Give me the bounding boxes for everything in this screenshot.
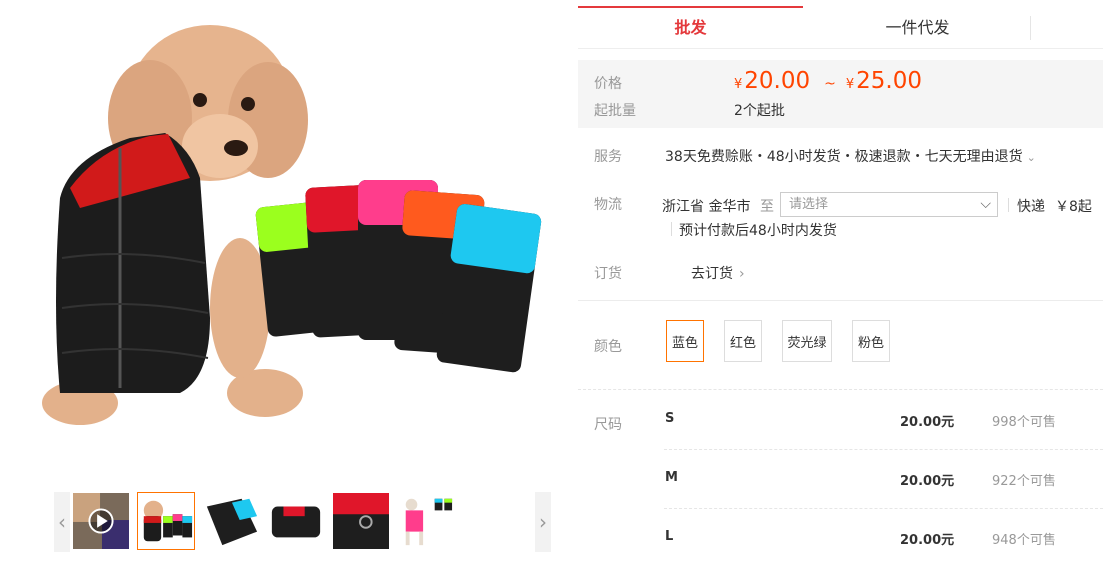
- size-price-l: 20.00元: [900, 533, 955, 548]
- thumbnail-strip: ‹ ›: [54, 492, 551, 552]
- currency-symbol: ¥: [845, 77, 855, 92]
- chevron-down-icon: ⌵: [980, 196, 991, 212]
- chevron-left-icon[interactable]: ‹: [54, 492, 70, 552]
- chevron-right-icon[interactable]: ›: [535, 492, 551, 552]
- thumbnail-dog-pink-vest[interactable]: [397, 492, 455, 550]
- dispatch-note: 预计付款后48小时内发货: [679, 223, 837, 239]
- size-name-s: S: [665, 411, 675, 426]
- go-order-text: 去订货: [691, 266, 733, 282]
- chevron-down-icon[interactable]: ⌄: [1027, 151, 1036, 164]
- price-box: 价格 ¥20.00 ~ ¥25.00 起批量 2个起批: [578, 60, 1103, 128]
- tab-divider: [1030, 16, 1031, 40]
- divider: [671, 222, 672, 236]
- destination-placeholder: 请选择: [789, 197, 829, 212]
- service-text: 38天免费赊账・48小时发货・极速退款・七天无理由退货: [665, 149, 1023, 165]
- logistics-label: 物流: [594, 197, 622, 213]
- divider: [1008, 198, 1009, 212]
- ship-to-label: 至: [760, 199, 774, 215]
- shipping-fee: ￥8起: [1055, 199, 1092, 215]
- size-stock-l: 948个可售: [992, 533, 1056, 548]
- service-label: 服务: [594, 149, 622, 165]
- express-label: 快递: [1017, 199, 1045, 215]
- thumbnail-poodle-red-vest[interactable]: [137, 492, 195, 550]
- ship-origin: 浙江省 金华市: [662, 199, 751, 215]
- chevron-right-icon: ›: [739, 266, 745, 282]
- thumbnail-video[interactable]: [72, 492, 130, 550]
- order-label: 订货: [594, 266, 622, 282]
- color-option-blue[interactable]: 蓝色: [666, 320, 704, 362]
- tab-wholesale[interactable]: 批发: [578, 6, 803, 48]
- size-price-m: 20.00元: [900, 474, 955, 489]
- section-divider: [578, 300, 1103, 301]
- section-divider: [578, 389, 1103, 390]
- size-label: 尺码: [594, 417, 622, 433]
- thumbnail-blue-vest[interactable]: [202, 492, 260, 550]
- color-option-pink[interactable]: 粉色: [852, 320, 890, 362]
- size-price-s: 20.00元: [900, 415, 955, 430]
- color-option-red[interactable]: 红色: [724, 320, 762, 362]
- color-option-green[interactable]: 荧光绿: [782, 320, 832, 362]
- purchase-mode-tabs: 批发 一件代发: [578, 6, 1103, 49]
- row-divider: [664, 449, 1103, 450]
- price-range: ¥20.00 ~ ¥25.00: [734, 68, 922, 94]
- service-guarantees[interactable]: 38天免费赊账・48小时发货・极速退款・七天无理由退货 ⌄: [665, 146, 1036, 166]
- price-label: 价格: [594, 76, 622, 92]
- price-min: 20.00: [744, 68, 811, 94]
- size-stock-s: 998个可售: [992, 415, 1056, 430]
- tab-dropship[interactable]: 一件代发: [805, 6, 1030, 48]
- size-name-l: L: [665, 529, 674, 544]
- currency-symbol: ¥: [734, 77, 743, 92]
- go-order-link[interactable]: 去订货 ›: [691, 263, 745, 283]
- thumbnail-black-vest-back[interactable]: [267, 492, 325, 550]
- main-product-image[interactable]: [40, 8, 560, 478]
- color-label: 颜色: [594, 339, 622, 355]
- price-separator: ~: [824, 76, 836, 92]
- moq-label: 起批量: [594, 103, 636, 119]
- size-name-m: M: [665, 470, 678, 485]
- destination-select[interactable]: 请选择 ⌵: [780, 192, 998, 217]
- price-max: 25.00: [856, 68, 923, 94]
- thumbnail-red-vest-closeup[interactable]: [332, 492, 390, 550]
- row-divider: [664, 508, 1103, 509]
- moq-value: 2个起批: [734, 103, 785, 119]
- size-stock-m: 922个可售: [992, 474, 1056, 489]
